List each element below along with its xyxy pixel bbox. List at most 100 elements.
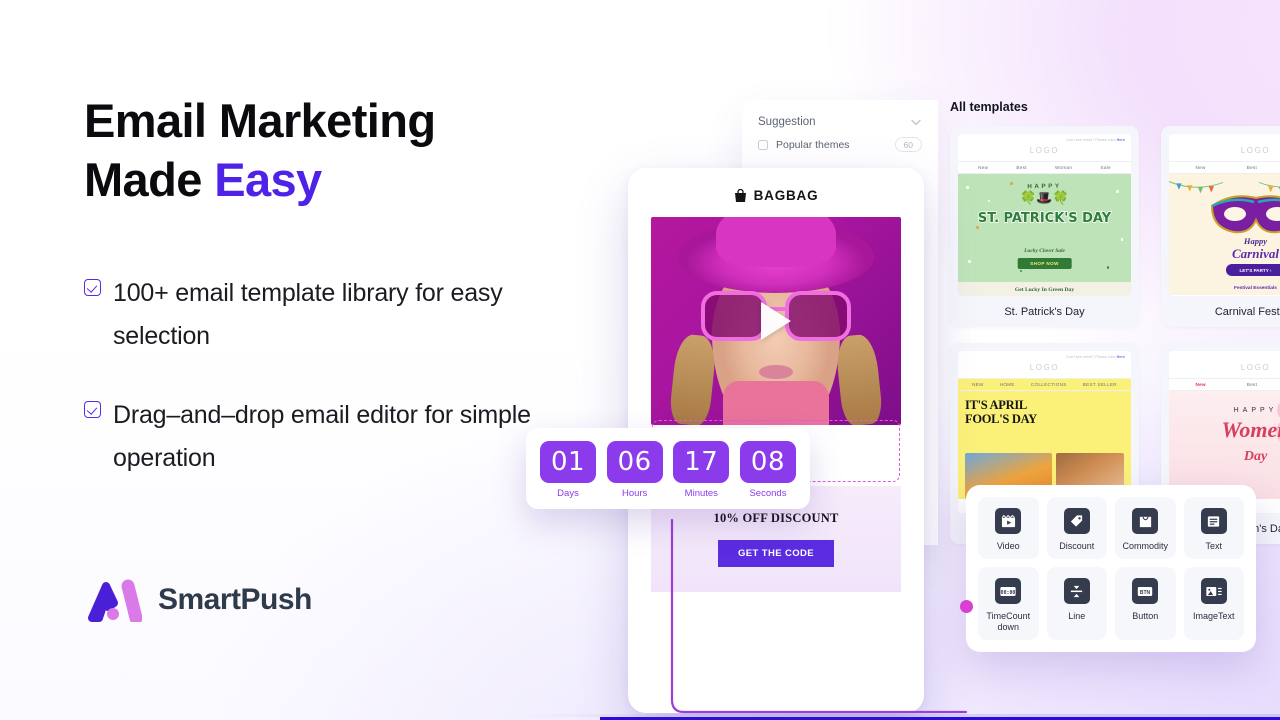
carnival-mask-icon	[1210, 195, 1280, 234]
widget-text[interactable]: Text	[1183, 497, 1244, 560]
nav-item: Best	[1246, 165, 1258, 170]
suggestion-title: Suggestion	[758, 116, 816, 128]
model-lips	[759, 365, 793, 379]
widget-label: Button	[1132, 611, 1159, 622]
brand-name: SmartPush	[158, 583, 312, 616]
headline-line-2: Made	[84, 152, 215, 206]
check-icon	[84, 400, 101, 418]
template-label: St. Patrick's Day	[1004, 306, 1085, 318]
app-mockup: Suggestion Popular themes 60 All templat	[526, 100, 1280, 714]
widget-timecountdown[interactable]: 00:00 TimeCount down	[978, 567, 1039, 641]
timer-icon: 00:00	[995, 578, 1022, 605]
email-hero-image[interactable]	[651, 217, 901, 425]
feature-list: 100+ email template library for easy sel…	[84, 272, 554, 480]
email-brand-header: BAGBAG	[628, 168, 924, 217]
widget-commodity[interactable]: Commodity	[1115, 497, 1176, 560]
lens-right	[785, 291, 851, 341]
template-top-note: Can't see email? Please click Here	[958, 351, 1131, 359]
widget-label: ImageText	[1192, 611, 1235, 622]
april-fools-title: IT'S APRIL FOOL'S DAY	[958, 391, 1131, 426]
svg-text:00:00: 00:00	[1001, 590, 1016, 596]
feature-item: 100+ email template library for easy sel…	[84, 272, 554, 358]
template-label: Carnival Festival	[1214, 306, 1280, 318]
templates-grid: Can't see email? Please click Here LOGO …	[950, 126, 1280, 544]
widget-label: Video	[996, 541, 1020, 551]
template-nav: New Best Woman	[1169, 161, 1280, 174]
template-body: IT'S APRIL FOOL'S DAY	[958, 391, 1131, 499]
connector-endpoint-dot	[960, 600, 973, 613]
widget-video[interactable]: Video	[978, 497, 1039, 560]
carnival-happy: Happy	[1243, 236, 1268, 246]
template-card-st-patricks[interactable]: Can't see email? Please click Here LOGO …	[950, 126, 1139, 327]
template-card-carnival[interactable]: Can't see email LOGO New Best Woman	[1161, 126, 1280, 327]
countdown-unit: 06 Hours	[606, 441, 663, 499]
top-note-text: Can't see email? Please click	[1065, 138, 1116, 142]
nav-item: New	[1195, 382, 1206, 387]
womens-day-subtitle: Day	[1243, 449, 1268, 464]
play-icon[interactable]	[761, 302, 791, 340]
widget-discount[interactable]: Discount	[1046, 497, 1107, 560]
widget-button[interactable]: BTN Button	[1115, 567, 1176, 641]
smartpush-logo-icon	[88, 579, 142, 622]
widget-label: Text	[1205, 541, 1222, 551]
shop-now-button[interactable]: SHOP NOW	[1017, 258, 1072, 269]
countdown-value: 06	[606, 441, 663, 483]
video-icon	[995, 508, 1022, 534]
top-note-link[interactable]: Here	[1117, 355, 1125, 359]
template-top-note: Can't see e	[1169, 351, 1280, 359]
feature-label: Drag–and–drop email editor for simple op…	[113, 400, 531, 472]
chevron-down-icon[interactable]	[910, 116, 922, 128]
check-icon	[84, 278, 101, 296]
template-top-note: Can't see email? Please click Here	[958, 134, 1131, 142]
st-patricks-title: ST. PATRICK'S DAY	[977, 211, 1112, 226]
st-patricks-footer: Get Lucky In Green Day	[958, 282, 1131, 296]
nav-item: Woman	[1055, 165, 1073, 170]
carnival-art: Happy Carnival LET'S PARTY ›	[1169, 174, 1280, 282]
svg-text:BTN: BTN	[1140, 590, 1151, 596]
get-the-code-button[interactable]: GET THE CODE	[717, 540, 835, 567]
widget-label: Commodity	[1122, 541, 1168, 551]
top-note-link[interactable]: Here	[1117, 138, 1125, 142]
lets-party-button[interactable]: LET'S PARTY ›	[1225, 264, 1280, 276]
widget-line[interactable]: Line	[1046, 567, 1107, 641]
page-title: Email Marketing Made Easy	[84, 92, 554, 210]
filter-popular-themes[interactable]: Popular themes 60	[742, 128, 938, 152]
headline-line-1: Email Marketing	[84, 94, 436, 147]
checkbox-icon[interactable]	[758, 139, 768, 150]
template-top-note: Can't see email	[1169, 134, 1280, 142]
nav-item: Best	[1246, 382, 1258, 387]
top-note-text: Can't see email? Please click	[1065, 355, 1116, 359]
carnival-title: Carnival	[1232, 246, 1279, 261]
april-fools-art: IT'S APRIL FOOL'S DAY	[958, 391, 1131, 499]
nav-item: Best	[1016, 165, 1027, 170]
all-templates-title: All templates	[950, 100, 1028, 114]
image-text-icon	[1200, 578, 1227, 605]
clover-hat-icons: 🍀🎩🍀	[1020, 190, 1069, 205]
countdown-label: Days	[557, 488, 579, 499]
shopping-bag-icon	[734, 188, 746, 202]
suggestion-header[interactable]: Suggestion	[742, 100, 938, 128]
promo-title: 10% OFF DISCOUNT	[713, 511, 839, 525]
countdown-value: 17	[673, 441, 730, 483]
countdown-unit: 08 Seconds	[739, 441, 796, 499]
email-brand-name: BAGBAG	[753, 188, 819, 203]
nav-item: Sale	[1100, 165, 1111, 170]
nav-item: BEST SELLER	[1082, 382, 1117, 387]
tag-icon	[1063, 508, 1090, 534]
brand-logo: SmartPush	[84, 578, 312, 622]
model-hair-right	[834, 333, 884, 425]
widget-label: TimeCount down	[986, 611, 1031, 632]
template-logo: LOGO	[1240, 363, 1271, 372]
title-line-1: IT'S APRIL	[965, 398, 1027, 412]
lens-left	[701, 291, 767, 341]
template-nav: New Best Woman	[1169, 378, 1280, 391]
widget-imagetext[interactable]: ImageText	[1183, 567, 1244, 641]
countdown-unit: 01 Days	[540, 441, 596, 499]
countdown-widget[interactable]: 01 Days 06 Hours 17 Minutes 08 Seconds	[526, 428, 810, 509]
filter-label: Popular themes	[776, 138, 850, 151]
countdown-value: 08	[739, 441, 796, 483]
countdown-label: Hours	[621, 488, 648, 499]
template-body: 8 HAPPY Women Day	[1169, 391, 1280, 499]
model-hair-left	[668, 333, 718, 425]
template-logo: LOGO	[1029, 146, 1060, 155]
